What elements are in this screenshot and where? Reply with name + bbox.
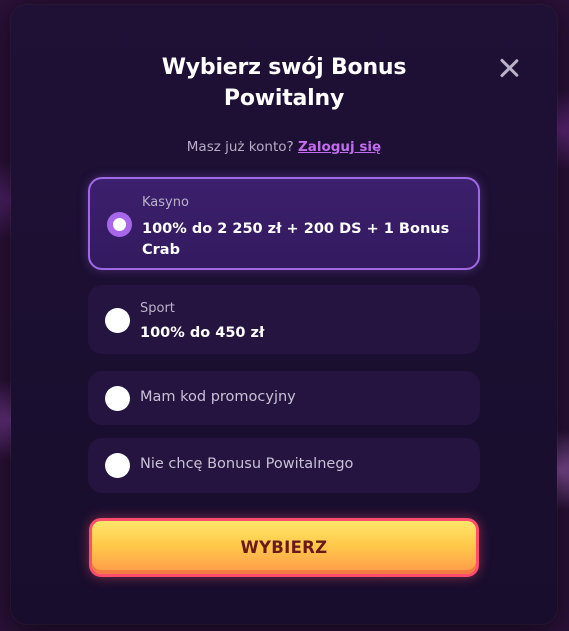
login-link[interactable]: Zaloguj się <box>298 139 381 155</box>
option-casino[interactable]: Kasyno 100% do 2 250 zł + 200 DS + 1 Bon… <box>88 177 480 270</box>
radio-promo-code[interactable] <box>105 386 130 411</box>
login-prompt-text: Masz już konto? <box>186 139 294 155</box>
option-label: 100% do 2 250 zł + 200 DS + 1 Bonus Crab <box>142 221 450 258</box>
bonus-modal: Wybierz swój Bonus Powitalny Masz już ko… <box>11 5 557 624</box>
option-promo-code[interactable]: Mam kod promocyjny <box>88 371 480 425</box>
modal-title: Wybierz swój Bonus Powitalny <box>161 55 407 111</box>
option-label: Mam kod promocyjny <box>140 389 296 405</box>
choose-button[interactable]: WYBIERZ <box>89 518 479 577</box>
option-sport[interactable]: Sport 100% do 450 zł <box>88 285 480 354</box>
option-label: 100% do 450 zł <box>140 325 265 341</box>
login-prompt-line: Masz już konto? Zaloguj się <box>11 139 557 155</box>
radio-no-bonus[interactable] <box>105 453 130 478</box>
option-no-bonus[interactable]: Nie chcę Bonusu Powitalnego <box>88 438 480 493</box>
choose-button-label: WYBIERZ <box>240 538 328 557</box>
radio-sport[interactable] <box>105 308 130 333</box>
option-category-label: Kasyno <box>142 195 189 210</box>
option-category-label: Sport <box>140 301 175 316</box>
close-icon[interactable] <box>498 57 520 79</box>
radio-casino[interactable] <box>107 212 132 237</box>
option-label: Nie chcę Bonusu Powitalnego <box>140 456 354 472</box>
